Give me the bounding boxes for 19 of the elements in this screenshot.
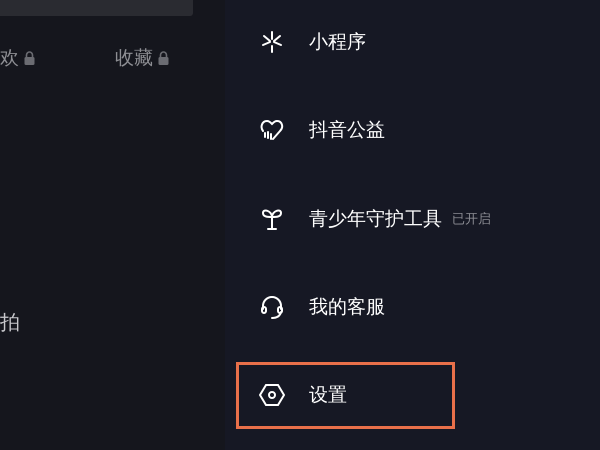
menu-label: 青少年守护工具 xyxy=(309,206,442,232)
sparkle-icon xyxy=(261,30,283,54)
heart-icon xyxy=(260,119,284,142)
menu-item[interactable]: 我的客服 xyxy=(236,273,455,341)
menu-label: 我的客服 xyxy=(309,294,385,320)
tab-label[interactable]: 欢 xyxy=(0,45,19,71)
menu-item[interactable]: 小程序 xyxy=(236,8,455,76)
menu-label: 抖音公益 xyxy=(309,118,385,144)
tab-label[interactable]: 收藏 xyxy=(115,45,153,71)
headset-icon xyxy=(260,294,284,320)
settings-icon xyxy=(259,383,285,408)
sprout-icon xyxy=(261,206,283,231)
menu-label: 小程序 xyxy=(309,30,366,55)
status-text: 已开启 xyxy=(452,210,491,228)
menu-item[interactable]: 设置 xyxy=(236,362,455,430)
section-label: 拍 xyxy=(0,309,21,336)
menu-item[interactable]: 青少年守护工具 已开启 xyxy=(236,184,498,252)
menu-label: 设置 xyxy=(309,383,347,408)
menu-item[interactable]: 抖音公益 xyxy=(236,96,455,164)
